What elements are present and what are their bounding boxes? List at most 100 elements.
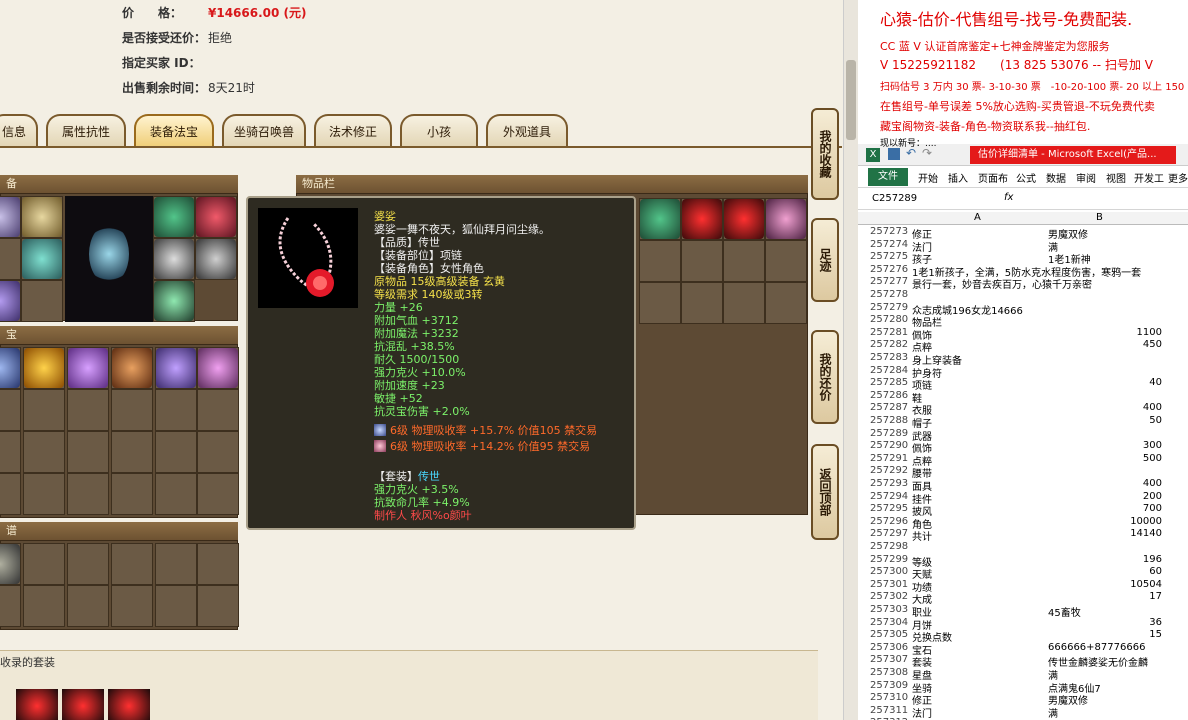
equip-slot[interactable] — [153, 196, 195, 238]
cell-b[interactable]: 50 — [1048, 415, 1162, 426]
inventory-slot[interactable] — [765, 198, 807, 240]
spreadsheet-row[interactable]: 257279 众志成城196女龙14666 — [858, 302, 1188, 317]
cell-b[interactable]: 200 — [1048, 491, 1162, 502]
equip-slot[interactable] — [21, 196, 63, 238]
inventory-slot[interactable] — [681, 198, 723, 240]
suit-item[interactable] — [108, 689, 150, 720]
spreadsheet-row[interactable]: 257302 大成 17 — [858, 591, 1188, 606]
treasure-slot[interactable] — [197, 473, 239, 515]
treasure-slot[interactable] — [67, 473, 109, 515]
cell-b[interactable]: 10504 — [1048, 579, 1162, 590]
spirit-slot[interactable] — [197, 585, 239, 627]
cell-b[interactable]: 14140 — [1048, 528, 1162, 539]
treasure-slot[interactable] — [67, 431, 109, 473]
treasure-slot[interactable] — [155, 473, 197, 515]
spreadsheet-row[interactable]: 257298 — [858, 541, 1188, 554]
inventory-slot[interactable] — [681, 240, 723, 282]
spreadsheet-row[interactable]: 257281 佩饰 1100 — [858, 327, 1188, 342]
cell-b[interactable]: 300 — [1048, 440, 1162, 451]
tab-attributes[interactable]: 属性抗性 — [46, 114, 126, 146]
spirit-slot[interactable] — [111, 585, 153, 627]
spreadsheet-row[interactable]: 257300 天赋 60 — [858, 566, 1188, 581]
treasure-slot[interactable] — [155, 347, 197, 389]
spreadsheet-row[interactable]: 257305 兑换点数 15 — [858, 629, 1188, 644]
inventory-slot[interactable] — [639, 282, 681, 324]
ribbon-tab-formulas[interactable]: 公式 — [1016, 170, 1036, 185]
spreadsheet-row[interactable]: 257285 项链 40 — [858, 377, 1188, 392]
treasure-slot[interactable] — [197, 389, 239, 431]
inventory-slot[interactable] — [681, 282, 723, 324]
treasure-slot[interactable] — [23, 473, 65, 515]
treasure-slot[interactable] — [67, 347, 109, 389]
treasure-slot[interactable] — [197, 431, 239, 473]
spreadsheet-row[interactable]: 257274 法门满 — [858, 239, 1188, 254]
cell-b[interactable]: 15 — [1048, 629, 1162, 640]
equip-slot[interactable] — [195, 238, 237, 280]
page-scrollbar[interactable] — [843, 0, 858, 720]
tab-spell-correction[interactable]: 法术修正 — [314, 114, 392, 146]
treasure-slot[interactable] — [0, 473, 21, 515]
spirit-slot[interactable] — [155, 543, 197, 585]
spreadsheet-row[interactable]: 257308 星盘满 — [858, 667, 1188, 682]
scrollbar-thumb[interactable] — [846, 60, 856, 140]
equip-slot[interactable] — [0, 238, 21, 280]
spreadsheet-row[interactable]: 257280 物品栏 — [858, 314, 1188, 329]
footprint-button[interactable]: 足迹 — [811, 218, 839, 302]
treasure-slot[interactable] — [67, 389, 109, 431]
equip-slot[interactable] — [0, 196, 21, 238]
treasure-slot[interactable] — [155, 389, 197, 431]
ribbon-tab-review[interactable]: 审阅 — [1076, 170, 1096, 185]
ribbon-tab-developer[interactable]: 开发工 — [1134, 170, 1164, 185]
spirit-slot[interactable] — [197, 543, 239, 585]
spreadsheet-row[interactable]: 257291 点粹 500 — [858, 453, 1188, 468]
spreadsheet-row[interactable]: 257292 腰带 — [858, 465, 1188, 480]
inventory-slot[interactable] — [765, 282, 807, 324]
spreadsheet-row[interactable]: 257295 披风 700 — [858, 503, 1188, 518]
ribbon-tab-insert[interactable]: 插入 — [948, 170, 968, 185]
treasure-slot[interactable] — [155, 431, 197, 473]
name-box[interactable]: C257289 — [872, 193, 962, 207]
cell-b[interactable]: 36 — [1048, 617, 1162, 628]
spreadsheet-row[interactable]: 257275 孩子 1老1新神 — [858, 251, 1188, 266]
ribbon-tab-page-layout[interactable]: 页面布 — [978, 170, 1008, 185]
cell-b[interactable]: 500 — [1048, 453, 1162, 464]
spreadsheet-row[interactable]: 257282 点粹 450 — [858, 339, 1188, 354]
spreadsheet-row[interactable]: 257283 身上穿装备 — [858, 352, 1188, 367]
ribbon-tab-file[interactable]: 文件 — [868, 168, 908, 186]
treasure-slot[interactable] — [23, 347, 65, 389]
equip-slot[interactable] — [153, 280, 195, 322]
inventory-slot[interactable] — [639, 198, 681, 240]
cell-b[interactable]: 17 — [1048, 591, 1162, 602]
spirit-slot[interactable] — [67, 585, 109, 627]
treasure-slot[interactable] — [111, 431, 153, 473]
spreadsheet-row[interactable]: 257284 护身符 — [858, 365, 1188, 380]
spreadsheet-row[interactable]: 257309 坐骑 点满鬼6仙7 — [858, 680, 1188, 695]
treasure-slot[interactable] — [111, 389, 153, 431]
column-b-header[interactable]: B — [1096, 212, 1103, 223]
spirit-slot[interactable] — [67, 543, 109, 585]
spreadsheet-row[interactable]: 257286 鞋 — [858, 390, 1188, 405]
equip-slot[interactable] — [21, 238, 63, 280]
suit-item[interactable] — [62, 689, 104, 720]
ribbon-tab-view[interactable]: 视图 — [1106, 170, 1126, 185]
cell-b[interactable]: 400 — [1048, 478, 1162, 489]
spreadsheet-row[interactable]: 257310 修正 男魔双修 — [858, 692, 1188, 707]
spreadsheet-row[interactable]: 257289 武器 — [858, 428, 1188, 443]
my-favorites-button[interactable]: 我的收藏 — [811, 108, 839, 200]
spreadsheet-row[interactable]: 257273 修正 男魔双修 — [858, 226, 1188, 241]
spreadsheet-row[interactable]: 257276 1老1新孩子，全满，5防水克水程度伤害，寒鸦一套 — [858, 264, 1188, 279]
spirit-slot[interactable] — [155, 585, 197, 627]
cell-b[interactable]: 1100 — [1048, 327, 1162, 338]
spreadsheet-row[interactable]: 257311 法门满 — [858, 705, 1188, 720]
my-counteroffer-button[interactable]: 我的还价 — [811, 330, 839, 424]
spreadsheet-row[interactable]: 257290 佩饰 300 — [858, 440, 1188, 455]
inventory-slot[interactable] — [723, 198, 765, 240]
cell-b[interactable]: 40 — [1048, 377, 1162, 388]
spreadsheet-row[interactable]: 257288 帽子 50 — [858, 415, 1188, 430]
tab-appearance[interactable]: 外观道具 — [486, 114, 568, 146]
spreadsheet-row[interactable]: 257277 景行一套，妙音去疾百万，心猿千万亲密 — [858, 276, 1188, 291]
spreadsheet-row[interactable]: 257278 — [858, 289, 1188, 302]
spreadsheet-row[interactable]: 257296 角色 10000 — [858, 516, 1188, 531]
spirit-slot[interactable] — [0, 543, 21, 585]
spreadsheet-row[interactable]: 257306 宝石 666666+87776666 — [858, 642, 1188, 657]
